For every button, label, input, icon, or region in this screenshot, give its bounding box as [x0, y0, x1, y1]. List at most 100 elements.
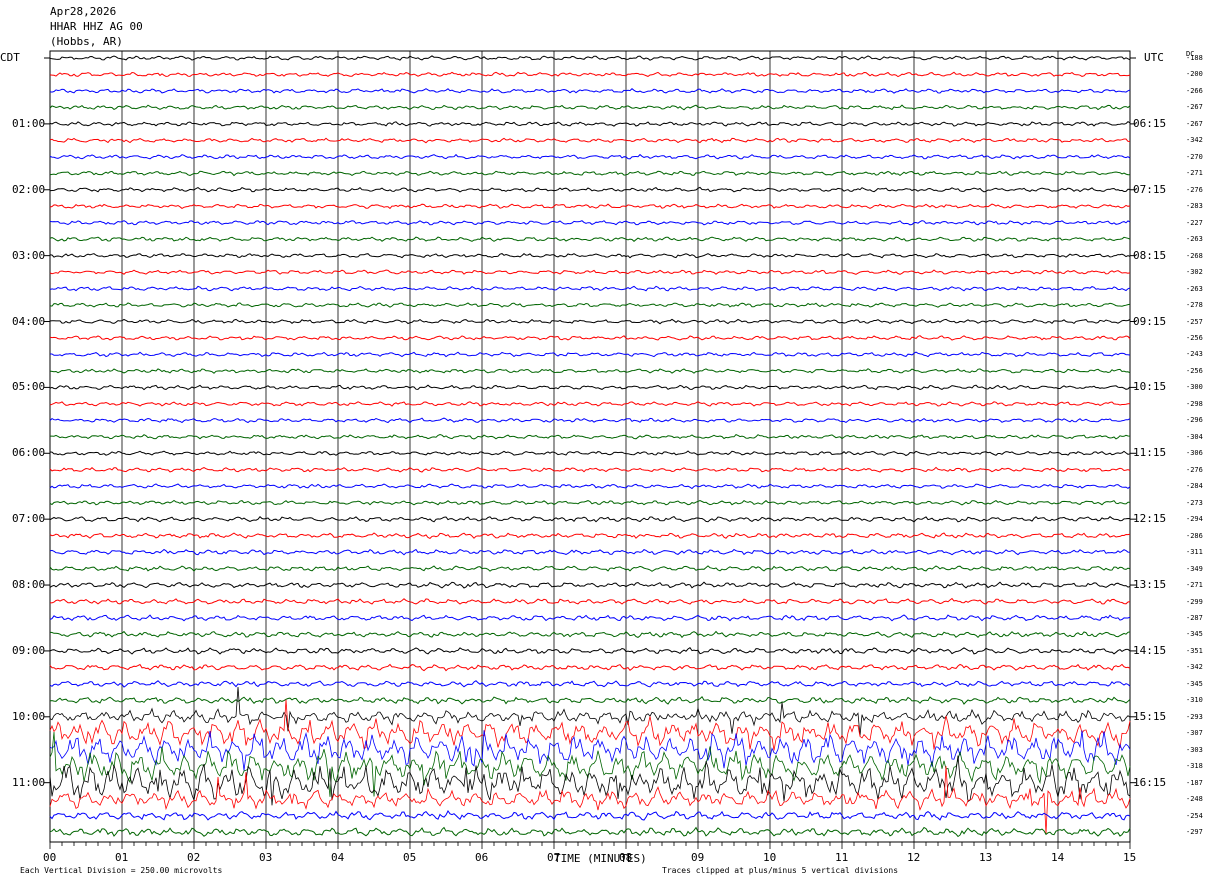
x-tick-label: 00	[43, 851, 57, 864]
trace-line	[49, 565, 1131, 572]
dc-offset-label: -227	[1186, 218, 1203, 227]
trace-line	[49, 153, 1131, 160]
left-time-label: 08:00	[12, 578, 46, 592]
dc-offset-label: -256	[1186, 333, 1203, 342]
trace-line	[49, 170, 1131, 177]
dc-offset-label: -256	[1186, 366, 1203, 375]
dc-offset-label: -263	[1186, 284, 1203, 293]
trace-line	[49, 483, 1131, 490]
dc-offset-label: -300	[1186, 383, 1203, 392]
trace-line	[50, 433, 1131, 440]
trace-line	[49, 220, 1131, 226]
trace-line	[49, 285, 1131, 292]
dc-offset-label: -342	[1186, 136, 1203, 145]
trace-line	[49, 55, 1131, 61]
trace-line	[49, 417, 1131, 424]
dc-offset-label: -297	[1186, 828, 1203, 837]
x-tick-label: 09	[691, 851, 705, 864]
x-tick-label: 15	[1123, 851, 1137, 864]
helicorder-plot	[44, 50, 1136, 849]
dc-offset-label: -304	[1186, 432, 1203, 441]
trace-line	[49, 88, 1131, 94]
x-tick-label: 03	[259, 851, 273, 864]
trace-line	[49, 810, 1131, 821]
trace-line	[49, 532, 1131, 539]
trace-line	[49, 581, 1131, 589]
right-time-label: 13:15	[1133, 578, 1167, 592]
trace-line	[49, 401, 1131, 407]
dc-offset-label: -200	[1186, 70, 1203, 79]
dc-offset-label: -267	[1186, 103, 1203, 112]
trace-line	[49, 253, 1131, 259]
dc-offset-label: -318	[1186, 762, 1203, 771]
trace-line	[49, 614, 1131, 622]
dc-offset-label: -254	[1186, 811, 1203, 820]
trace-line	[49, 663, 1131, 672]
dc-offset-label: -299	[1186, 597, 1203, 606]
right-time-label: 12:15	[1133, 512, 1167, 526]
dc-offset-label: -345	[1186, 630, 1203, 639]
x-tick-label: 14	[1051, 851, 1065, 864]
dc-offset-label: -278	[1186, 301, 1203, 310]
right-time-label: 09:15	[1133, 314, 1167, 328]
dc-offset-label: -306	[1186, 449, 1203, 458]
trace-line	[49, 450, 1131, 457]
right-time-label: 08:15	[1133, 248, 1167, 262]
trace-line	[49, 647, 1131, 655]
left-time-label: 03:00	[12, 248, 46, 262]
dc-offset-label: -342	[1186, 663, 1203, 672]
dc-offset-label: -349	[1186, 564, 1203, 573]
trace-line	[49, 137, 1130, 144]
dc-offset-label: -263	[1186, 235, 1203, 244]
right-time-label: 06:15	[1133, 116, 1167, 130]
trace-line	[49, 755, 1131, 806]
trace-line	[49, 680, 1131, 688]
dc-offset-label: -311	[1186, 548, 1203, 557]
dc-offset-label: -273	[1186, 498, 1203, 507]
dc-offset-label: -243	[1186, 350, 1203, 359]
trace-line	[49, 104, 1131, 111]
dc-offset-label: -302	[1186, 268, 1203, 277]
trace-line	[49, 186, 1131, 193]
dc-offset-label: -271	[1186, 581, 1203, 590]
left-time-label: 07:00	[12, 512, 46, 526]
right-time-label: 15:15	[1133, 709, 1167, 723]
dc-offset-label: -283	[1186, 202, 1203, 211]
dc-offset-label: -298	[1186, 399, 1203, 408]
trace-line	[49, 699, 1131, 751]
x-tick-label: 12	[907, 851, 921, 864]
trace-line	[49, 384, 1131, 391]
footer-scale-note: Each Vertical Division = 250.00 microvol…	[20, 866, 223, 875]
trace-line	[49, 466, 1131, 473]
x-tick-label: 04	[331, 851, 345, 864]
trace-line	[49, 71, 1131, 78]
x-tick-label: 10	[763, 851, 777, 864]
trace-line	[49, 302, 1131, 308]
right-time-label: 14:15	[1133, 643, 1167, 657]
trace-line	[49, 686, 1131, 736]
left-time-label: 10:00	[12, 709, 46, 723]
trace-line	[49, 335, 1131, 341]
trace-line	[49, 696, 1131, 705]
left-time-label: 04:00	[12, 314, 46, 328]
left-time-label: 09:00	[12, 643, 46, 657]
x-tick-label: 06	[475, 851, 489, 864]
trace-line	[50, 351, 1131, 358]
trace-line	[49, 499, 1130, 506]
dc-offset-label: -303	[1186, 745, 1203, 754]
trace-line	[49, 203, 1131, 210]
dc-offset-label: -188	[1186, 54, 1203, 62]
right-time-label: 11:15	[1133, 446, 1167, 460]
x-axis-title: TIME (MINUTES)	[554, 852, 647, 865]
plot-frame	[49, 50, 1131, 843]
trace-line	[49, 826, 1131, 838]
dc-offset-label: -310	[1186, 696, 1203, 705]
left-time-label: 11:00	[12, 775, 46, 789]
right-time-label: 10:15	[1133, 380, 1167, 394]
x-tick-label: 02	[187, 851, 201, 864]
dc-offset-label: -293	[1186, 712, 1203, 721]
dc-offset-label: -276	[1186, 185, 1203, 194]
x-tick-label: 11	[835, 851, 849, 864]
left-time-label: 01:00	[12, 116, 46, 130]
dc-offset-label: -351	[1186, 646, 1203, 655]
